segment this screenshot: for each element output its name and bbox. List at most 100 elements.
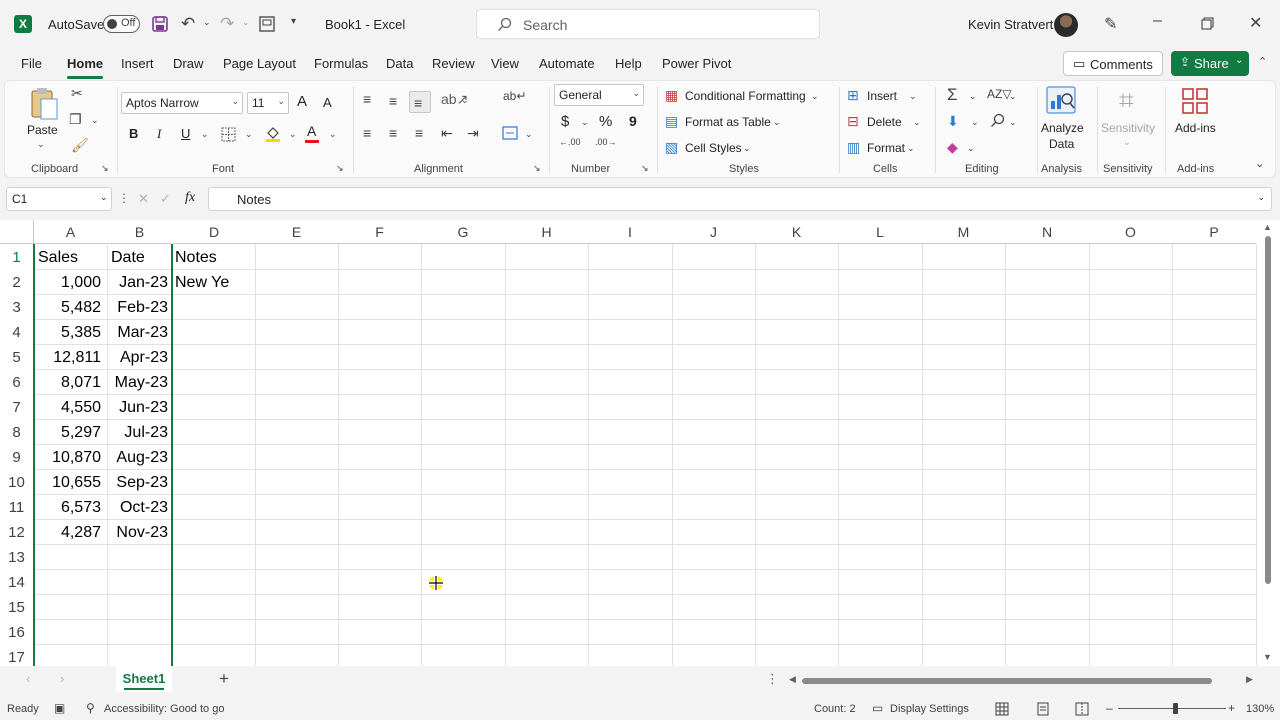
format-dropdown-icon[interactable]: ⌄ xyxy=(907,143,915,154)
borders-dropdown-icon[interactable]: ⌄ xyxy=(245,129,253,140)
row-header-3[interactable]: 3 xyxy=(0,295,33,320)
tab-home[interactable]: Home xyxy=(67,56,103,71)
cell-b11[interactable]: Oct-23 xyxy=(108,495,172,520)
tab-automate[interactable]: Automate xyxy=(539,56,595,71)
orientation-dropdown-icon[interactable]: ⌄ xyxy=(461,95,469,106)
increase-decimal-icon[interactable]: ←.00 xyxy=(559,137,581,147)
sensitivity-dropdown-icon[interactable]: ⌄ xyxy=(1123,137,1131,148)
borders-icon[interactable] xyxy=(221,127,236,142)
wrap-text-icon[interactable]: ab↵ xyxy=(503,89,526,103)
conditional-formatting-icon[interactable]: ▦ xyxy=(665,87,678,104)
tab-draw[interactable]: Draw xyxy=(173,56,203,71)
row-header-8[interactable]: 8 xyxy=(0,420,33,445)
column-header-l[interactable]: L xyxy=(838,220,922,244)
undo-dropdown-icon[interactable]: ⌄ xyxy=(203,17,211,28)
share-button[interactable]: ⇪ Share ⌄ xyxy=(1171,51,1249,76)
row-header-12[interactable]: 12 xyxy=(0,520,33,545)
font-color-dropdown-icon[interactable]: ⌄ xyxy=(329,129,337,140)
font-launcher-icon[interactable]: ↘ xyxy=(336,163,344,174)
align-middle-icon[interactable]: ≡ xyxy=(389,93,397,109)
conditional-formatting-button[interactable]: Conditional Formatting xyxy=(685,89,806,103)
currency-button[interactable]: $ xyxy=(561,113,569,130)
font-name-select[interactable]: Aptos Narrow ⌄ xyxy=(121,92,243,114)
paste-icon[interactable] xyxy=(29,87,59,121)
cancel-formula-icon[interactable]: ✕ xyxy=(138,191,149,207)
cell-b1[interactable]: Date xyxy=(111,245,169,270)
normal-view-icon[interactable] xyxy=(995,702,1009,716)
row-header-15[interactable]: 15 xyxy=(0,595,33,620)
row-header-10[interactable]: 10 xyxy=(0,470,33,495)
cell-a5[interactable]: 12,811 xyxy=(34,345,107,370)
column-header-k[interactable]: K xyxy=(755,220,838,244)
merge-center-icon[interactable] xyxy=(502,126,518,140)
delete-dropdown-icon[interactable]: ⌄ xyxy=(913,117,921,128)
row-header-13[interactable]: 13 xyxy=(0,545,33,570)
increase-indent-icon[interactable]: ⇥ xyxy=(467,125,479,142)
clear-icon[interactable]: ◆ xyxy=(947,139,958,156)
cell-a12[interactable]: 4,287 xyxy=(34,520,107,545)
scroll-left-icon[interactable]: ◀ xyxy=(789,674,796,685)
row-header-14[interactable]: 14 xyxy=(0,570,33,595)
vertical-scrollbar-thumb[interactable] xyxy=(1265,236,1271,584)
row-header-7[interactable]: 7 xyxy=(0,395,33,420)
column-header-g[interactable]: G xyxy=(421,220,505,244)
pen-icon[interactable]: ✎ xyxy=(1104,14,1117,34)
currency-dropdown-icon[interactable]: ⌄ xyxy=(581,117,589,128)
align-center-icon[interactable]: ≡ xyxy=(389,125,397,141)
column-header-b[interactable]: B xyxy=(108,220,171,244)
find-dropdown-icon[interactable]: ⌄ xyxy=(1009,117,1017,128)
cell-styles-icon[interactable]: ▧ xyxy=(665,139,678,156)
format-table-dropdown-icon[interactable]: ⌄ xyxy=(773,117,781,128)
prev-sheet-icon[interactable]: ‹ xyxy=(26,671,30,686)
ribbon-expand-icon[interactable]: ⌃ xyxy=(1258,55,1267,68)
comments-button[interactable]: ▭ Comments xyxy=(1063,51,1163,76)
insert-function-button[interactable]: fx xyxy=(185,190,195,206)
column-header-d[interactable]: D xyxy=(173,220,255,244)
cell-a7[interactable]: 4,550 xyxy=(34,395,107,420)
row-header-4[interactable]: 4 xyxy=(0,320,33,345)
cell-b5[interactable]: Apr-23 xyxy=(108,345,172,370)
paste-dropdown-icon[interactable]: ⌄ xyxy=(37,139,45,150)
delete-cells-icon[interactable]: ⊟ xyxy=(847,113,859,130)
format-cells-icon[interactable]: ▥ xyxy=(847,139,860,156)
align-bottom-button[interactable]: ≡ xyxy=(409,91,431,113)
analyze-data-label-2[interactable]: Data xyxy=(1049,137,1074,151)
fill-color-dropdown-icon[interactable]: ⌄ xyxy=(289,129,297,140)
cell-a8[interactable]: 5,297 xyxy=(34,420,107,445)
cell-b6[interactable]: May-23 xyxy=(108,370,172,395)
font-color-button[interactable]: A xyxy=(307,123,316,139)
tab-help[interactable]: Help xyxy=(615,56,642,71)
cell-b9[interactable]: Aug-23 xyxy=(108,445,172,470)
delete-cells-button[interactable]: Delete xyxy=(867,115,902,129)
undo-icon[interactable]: ↶ xyxy=(181,14,195,34)
format-cells-button[interactable]: Format xyxy=(867,141,905,155)
comma-style-button[interactable]: 9 xyxy=(629,113,637,129)
row-header-6[interactable]: 6 xyxy=(0,370,33,395)
save-icon[interactable] xyxy=(152,16,168,32)
scroll-down-icon[interactable]: ▼ xyxy=(1263,652,1272,662)
paste-label[interactable]: Paste xyxy=(27,123,58,137)
worksheet-grid[interactable]: A B D E F G H I J K L M N O P 1 2 3 4 5 … xyxy=(0,220,1280,666)
row-header-9[interactable]: 9 xyxy=(0,445,33,470)
tab-view[interactable]: View xyxy=(491,56,519,71)
zoom-out-icon[interactable]: – xyxy=(1106,701,1113,715)
analyze-data-icon[interactable] xyxy=(1045,85,1077,117)
column-header-m[interactable]: M xyxy=(922,220,1005,244)
row-header-2[interactable]: 2 xyxy=(0,270,33,295)
shrink-font-button[interactable]: A xyxy=(323,95,332,110)
customize-toolbar-icon[interactable]: ▾ xyxy=(291,16,296,27)
align-top-icon[interactable]: ≡ xyxy=(363,91,371,107)
underline-dropdown-icon[interactable]: ⌄ xyxy=(201,129,209,140)
next-sheet-icon[interactable]: › xyxy=(60,671,64,686)
cell-b10[interactable]: Sep-23 xyxy=(108,470,172,495)
enter-formula-icon[interactable]: ✓ xyxy=(160,191,171,207)
format-as-table-button[interactable]: Format as Table xyxy=(685,115,771,129)
align-right-icon[interactable]: ≡ xyxy=(415,125,423,141)
autosum-dropdown-icon[interactable]: ⌄ xyxy=(969,91,977,102)
italic-button[interactable]: I xyxy=(157,126,161,142)
cell-b8[interactable]: Jul-23 xyxy=(108,420,172,445)
tab-data[interactable]: Data xyxy=(386,56,413,71)
page-layout-view-icon[interactable] xyxy=(1036,702,1050,716)
tab-file[interactable]: File xyxy=(21,56,42,71)
number-format-select[interactable]: General ⌄ xyxy=(554,84,644,106)
